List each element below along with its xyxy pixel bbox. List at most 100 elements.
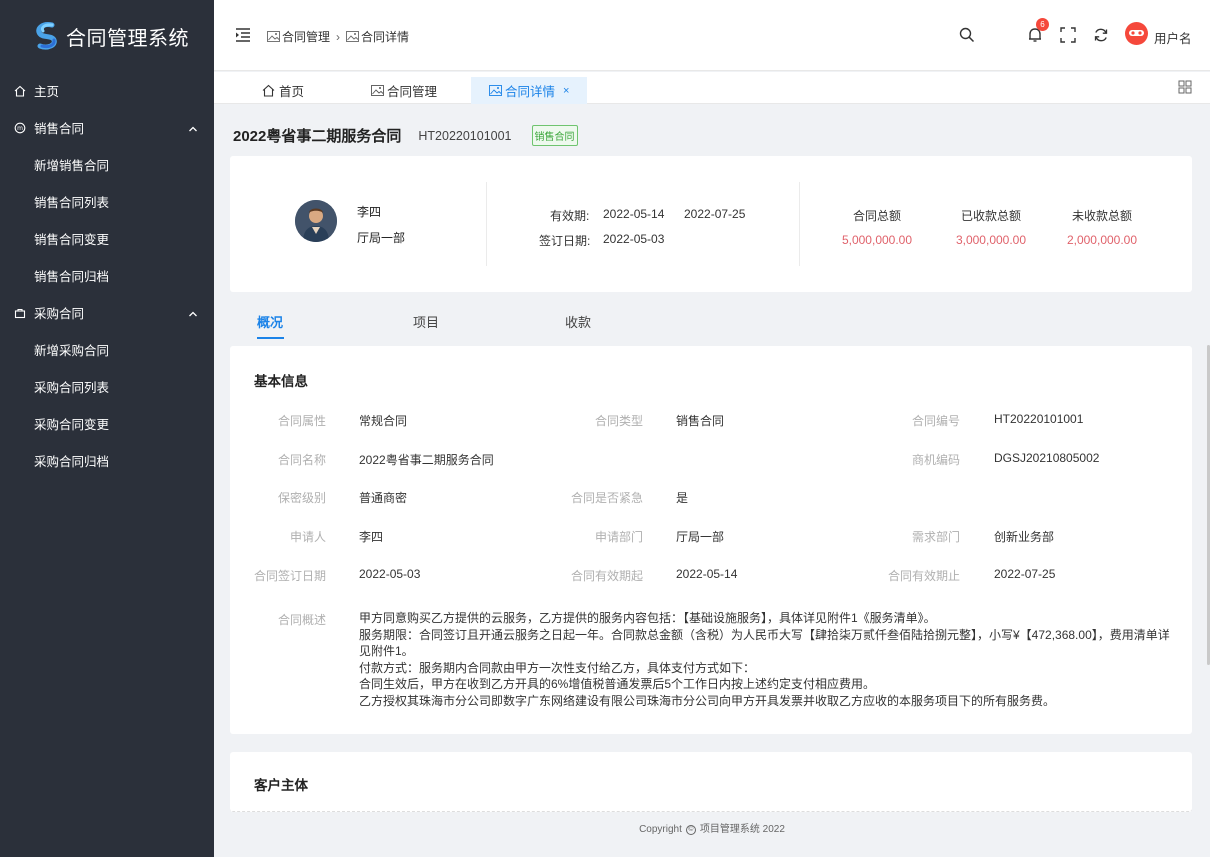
sidebar-item-purchase-contract[interactable]: 采购合同 [0, 294, 214, 331]
sidebar-item-purchase-archive[interactable]: 采购合同归档 [0, 442, 214, 479]
image-icon [371, 85, 384, 96]
tab-payments[interactable]: 收款 [565, 312, 591, 331]
field-value: 2022粤省事二期服务合同 [359, 453, 494, 467]
tab-contract-management[interactable]: 合同管理 [371, 77, 437, 104]
sidebar-item-sales-change[interactable]: 销售合同变更 [0, 220, 214, 257]
sidebar-item-sales-list[interactable]: 销售合同列表 [0, 183, 214, 220]
validity-start: 2022-05-14 [603, 207, 665, 221]
breadcrumb-label: 合同详情 [361, 30, 410, 44]
user-avatar[interactable] [1125, 22, 1148, 45]
username[interactable]: 用户名 [1154, 28, 1192, 47]
field-label: 合同属性 [277, 414, 326, 428]
tab-projects[interactable]: 项目 [413, 312, 439, 331]
overview-line: 合同生效后，甲方在收到乙方开具的6%增值税普通发票后5个工作日内按上述约定支付相… [359, 677, 876, 691]
tab-label: 合同详情 [505, 85, 556, 99]
field-value: HT20220101001 [994, 412, 1084, 426]
field-label: 合同概述 [277, 613, 326, 627]
tab-home[interactable]: 首页 [262, 77, 304, 104]
sidebar-item-label: 销售合同 [34, 122, 85, 136]
field-value: 常规合同 [359, 414, 408, 428]
search-icon[interactable] [958, 26, 976, 44]
tabs-bar: 首页 合同管理 合同详情 × [214, 72, 1210, 104]
footer: Copyright © 项目管理系统 2022 [214, 820, 1210, 835]
field-label: 商机编码 [911, 453, 960, 467]
page-title: 2022粤省事二期服务合同 [233, 128, 402, 145]
purchase-icon [13, 306, 27, 320]
sign-date-label: 签订日期: [539, 234, 591, 248]
svg-text:m: m [17, 125, 23, 132]
field-label: 合同类型 [594, 414, 643, 428]
sign-date: 2022-05-03 [603, 232, 665, 246]
overview-line: 服务期限：合同签订且开通云服务之日起一年。合同款总金额（含税）为人民币大写【肆拾… [359, 627, 1170, 659]
field-label: 合同编号 [911, 414, 960, 428]
total-amount-value: 5,000,000.00 [841, 233, 913, 247]
field-value: 普通商密 [359, 491, 408, 505]
chevron-up-icon[interactable] [188, 307, 198, 321]
field-value: 李四 [359, 530, 384, 544]
field-value: 是 [676, 491, 689, 505]
validity-end: 2022-07-25 [684, 207, 746, 221]
field-value: 2022-05-03 [359, 567, 421, 581]
field-label: 合同是否紧急 [570, 491, 643, 505]
overview-line: 付款方式：服务期内合同款由甲方一次性支付给乙方，具体支付方式如下： [359, 660, 756, 675]
divider [799, 182, 800, 266]
sidebar-item-sales-archive[interactable]: 销售合同归档 [0, 257, 214, 294]
validity-label: 有效期: [550, 209, 590, 223]
main-content: 2022粤省事二期服务合同 HT20220101001 销售合同 李四 厅局一部… [214, 104, 1210, 857]
close-icon[interactable]: × [563, 85, 569, 97]
breadcrumb-item[interactable]: 合同详情 [346, 28, 409, 45]
field-value: 创新业务部 [994, 530, 1055, 544]
unreceived-amount-value: 2,000,000.00 [1066, 233, 1138, 247]
field-label: 合同名称 [277, 453, 326, 467]
app-logo[interactable]: 合同管理系统 [0, 0, 214, 72]
refresh-icon[interactable] [1092, 26, 1110, 44]
grid-icon[interactable] [1178, 80, 1192, 94]
field-value: DGSJ20210805002 [994, 451, 1100, 465]
sidebar-item-sales-contract[interactable]: m 销售合同 [0, 109, 214, 146]
app-title: 合同管理系统 [66, 27, 189, 50]
sidebar-item-purchase-list[interactable]: 采购合同列表 [0, 368, 214, 405]
footer-text: 项目管理系统 2022 [699, 824, 785, 835]
section-title: 基本信息 [254, 374, 308, 389]
notification-badge: 6 [1036, 18, 1049, 31]
chevron-up-icon[interactable] [188, 122, 198, 136]
tab-label: 合同管理 [387, 85, 438, 99]
menu-toggle-icon[interactable] [234, 26, 252, 44]
field-label: 申请部门 [594, 530, 643, 544]
summary-card: 李四 厅局一部 有效期: 2022-05-14 2022-07-25 签订日期:… [230, 156, 1192, 292]
logo-icon [32, 21, 62, 51]
person-dept: 厅局一部 [357, 231, 406, 245]
active-tab-indicator [257, 337, 284, 339]
breadcrumb-label: 合同管理 [282, 30, 331, 44]
field-label: 申请人 [289, 530, 326, 544]
field-label: 合同有效期起 [570, 569, 643, 583]
field-label: 合同有效期止 [887, 569, 960, 583]
contract-type-badge: 销售合同 [531, 125, 578, 146]
home-icon [13, 84, 27, 98]
sidebar-item-new-sales[interactable]: 新增销售合同 [0, 146, 214, 183]
unreceived-amount-label: 未收款总额 [1071, 209, 1132, 223]
copyright-icon: © [685, 825, 696, 835]
total-amount-label: 合同总额 [852, 209, 901, 223]
contract-code: HT20220101001 [418, 128, 512, 143]
sidebar-item-new-purchase[interactable]: 新增采购合同 [0, 331, 214, 368]
home-icon [262, 84, 275, 97]
fullscreen-icon[interactable] [1059, 26, 1077, 44]
sidebar-item-purchase-change[interactable]: 采购合同变更 [0, 405, 214, 442]
person-name: 李四 [357, 205, 382, 219]
received-amount-value: 3,000,000.00 [955, 233, 1027, 247]
tab-contract-detail[interactable]: 合同详情 × [471, 77, 588, 104]
tab-overview[interactable]: 概况 [257, 312, 283, 331]
breadcrumb: 合同管理 › 合同详情 [267, 28, 409, 45]
contract-overview: 甲方同意购买乙方提供的云服务，乙方提供的服务内容包括：【基础设施服务】，具体详见… [359, 610, 1171, 709]
field-label: 需求部门 [911, 530, 960, 544]
sales-icon: m [13, 121, 27, 135]
footer-copyright: Copyright [639, 824, 682, 835]
field-label: 保密级别 [277, 491, 326, 505]
field-value: 销售合同 [676, 414, 725, 428]
page-header: 2022粤省事二期服务合同 HT20220101001 销售合同 [233, 125, 578, 146]
sidebar-menu: 主页 m 销售合同 新增销售合同 销售合同列表 销售合同变更 销售合同归档 采购… [0, 72, 214, 479]
breadcrumb-item[interactable]: 合同管理 [267, 28, 330, 45]
field-value: 2022-05-14 [676, 567, 738, 581]
sidebar-item-home[interactable]: 主页 [0, 72, 214, 109]
